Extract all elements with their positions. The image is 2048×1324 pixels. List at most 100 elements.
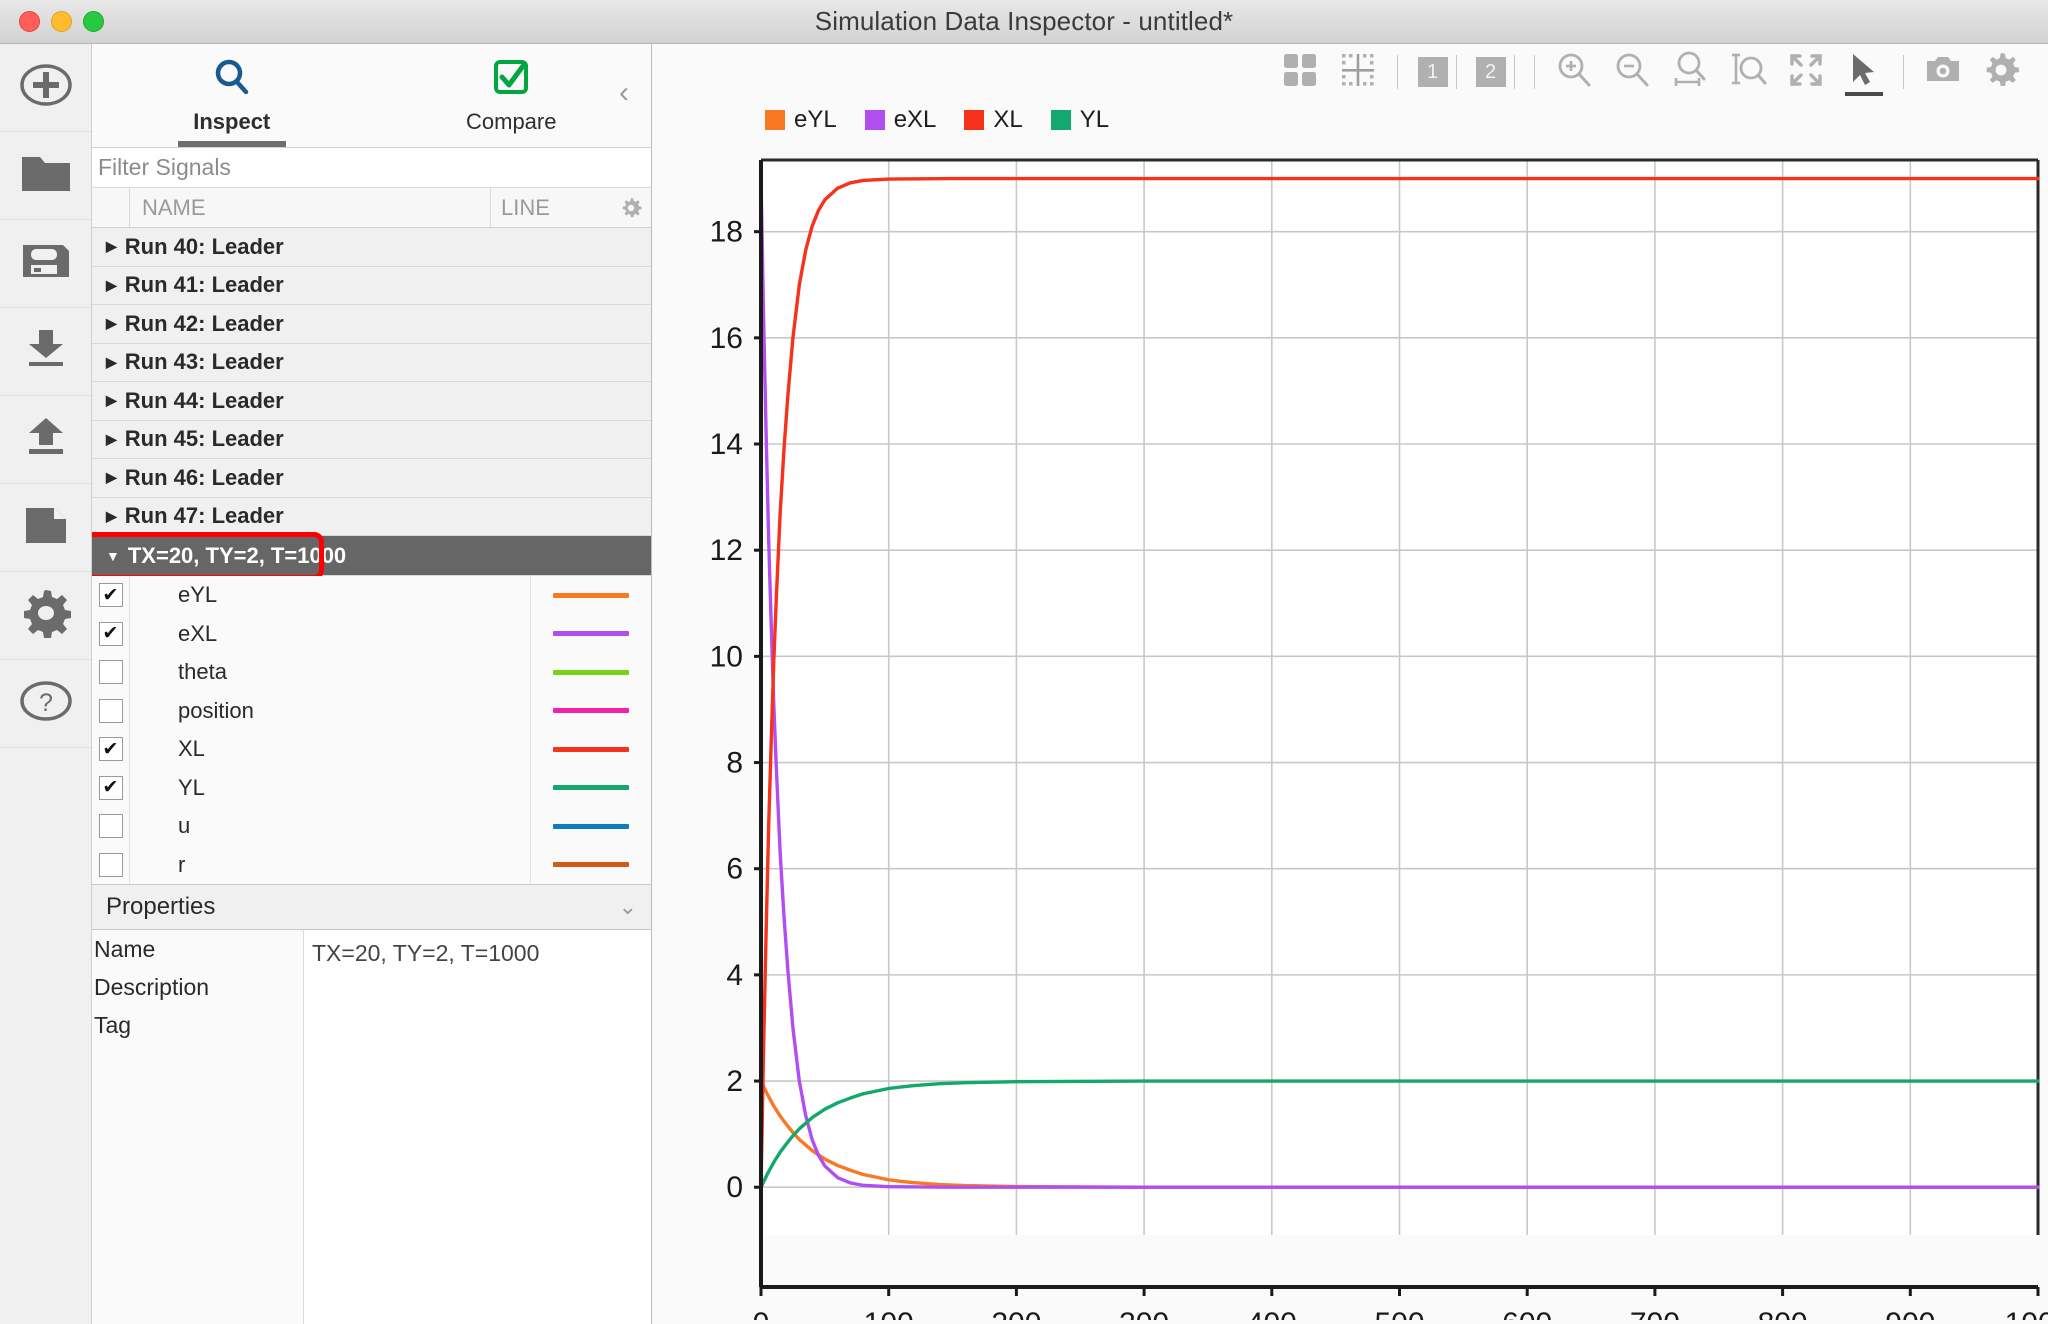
folder-icon (20, 151, 72, 200)
signal-line-cell[interactable] (531, 746, 651, 752)
tab-inspect[interactable]: Inspect (92, 44, 372, 147)
settings-button[interactable] (1972, 46, 2030, 98)
window-title-bar: Simulation Data Inspector - untitled* (0, 0, 2048, 44)
caret-down-icon[interactable]: ▼ (106, 548, 120, 564)
chevron-left-icon[interactable]: ‹ (619, 78, 629, 108)
signal-checkbox[interactable]: ✔ (98, 737, 123, 762)
column-header-name[interactable]: NAME (130, 188, 491, 227)
zoom-y-button[interactable] (1719, 46, 1777, 98)
legend-item[interactable]: eXL (864, 106, 936, 134)
run-label: Run 45: Leader (124, 426, 284, 452)
signal-line-cell[interactable] (531, 631, 651, 637)
property-value[interactable]: TX=20, TY=2, T=1000 (304, 934, 651, 972)
signal-row[interactable]: position (92, 691, 651, 730)
gear-icon[interactable] (611, 197, 651, 219)
cursor-2-button[interactable]: 2 (1466, 46, 1524, 98)
zoom-in-button[interactable] (1545, 46, 1603, 98)
import-button[interactable] (0, 308, 91, 396)
signal-line-cell[interactable] (531, 592, 651, 598)
signal-row[interactable]: ✔ eYL (92, 576, 651, 615)
y-axis-tick-label: 8 (726, 747, 743, 780)
open-button[interactable] (0, 132, 91, 220)
run-row[interactable]: ▶ Run 47: Leader (92, 497, 651, 536)
caret-right-icon[interactable]: ▶ (106, 315, 117, 332)
signal-row[interactable]: u (92, 807, 651, 846)
signal-color-swatch (553, 631, 629, 637)
run-row[interactable]: ▶ Run 42: Leader (92, 305, 651, 344)
help-button[interactable]: ? (0, 660, 91, 748)
tab-compare[interactable]: Compare (372, 44, 652, 147)
signal-row[interactable]: theta (92, 653, 651, 692)
run-label: Run 47: Leader (124, 503, 284, 529)
left-icon-rail: ? (0, 44, 92, 1324)
subplot-layout-button[interactable] (1271, 46, 1329, 98)
properties-header[interactable]: Properties ⌄ (92, 884, 651, 930)
run-row[interactable]: ▶ Run 40: Leader (92, 228, 651, 267)
signal-checkbox[interactable] (98, 852, 123, 877)
filter-signals-row (92, 148, 651, 188)
legend-item[interactable]: YL (1050, 106, 1110, 134)
question-circle-icon: ? (19, 677, 73, 730)
run-row[interactable]: ▶ Run 46: Leader (92, 459, 651, 498)
report-button[interactable] (0, 484, 91, 572)
caret-right-icon[interactable]: ▶ (106, 392, 117, 409)
signal-row[interactable]: ✔ YL (92, 768, 651, 807)
fit-to-view-button[interactable] (1777, 46, 1835, 98)
pointer-button[interactable] (1835, 46, 1893, 98)
signal-line-cell[interactable] (531, 669, 651, 675)
run-label: Run 40: Leader (124, 233, 284, 259)
signal-line-cell[interactable] (531, 862, 651, 868)
legend-item[interactable]: XL (964, 106, 1023, 134)
chart-plot-area[interactable]: 0 2 4 6 8 10 12 14 16 18 0 100 200 300 400 500 600 700 800… (653, 140, 2048, 1320)
signal-checkbox[interactable] (98, 660, 123, 685)
caret-right-icon[interactable]: ▶ (106, 277, 117, 294)
property-value[interactable] (304, 972, 651, 1010)
caret-right-icon[interactable]: ▶ (106, 508, 117, 525)
signal-line-cell[interactable] (531, 785, 651, 791)
signal-name: r (130, 845, 531, 884)
export-button[interactable] (0, 396, 91, 484)
save-button[interactable] (0, 220, 91, 308)
x-axis-tick-label: 0 (753, 1307, 770, 1320)
snapshot-button[interactable] (1914, 46, 1972, 98)
run-row[interactable]: ▶ Run 44: Leader (92, 382, 651, 421)
signal-line-cell[interactable] (531, 823, 651, 829)
signal-line-cell[interactable] (531, 708, 651, 714)
toolbar-separator (1903, 55, 1904, 89)
column-header-line[interactable]: LINE (491, 188, 611, 227)
filter-signals-input[interactable] (98, 154, 651, 181)
zoom-x-button[interactable] (1661, 46, 1719, 98)
run-row[interactable]: ▶ Run 43: Leader (92, 343, 651, 382)
signal-checkbox[interactable] (98, 698, 123, 723)
add-run-button[interactable] (0, 44, 91, 132)
legend-item[interactable]: eYL (765, 106, 837, 134)
legend-label: YL (1079, 106, 1110, 133)
caret-right-icon[interactable]: ▶ (106, 238, 117, 255)
signal-checkbox[interactable]: ✔ (98, 621, 123, 646)
signal-color-swatch (553, 862, 629, 868)
run-row-selected[interactable]: ▼ TX=20, TY=2, T=1000 (92, 532, 651, 576)
caret-right-icon[interactable]: ▶ (106, 469, 117, 486)
property-value[interactable] (304, 1010, 651, 1048)
preferences-button[interactable] (0, 572, 91, 660)
camera-icon (1924, 53, 1962, 92)
property-label: Description (94, 973, 210, 1000)
zoom-out-button[interactable] (1603, 46, 1661, 98)
caret-right-icon[interactable]: ▶ (106, 354, 117, 371)
run-row[interactable]: ▶ Run 45: Leader (92, 420, 651, 459)
signal-name: eYL (130, 576, 531, 615)
sparse-layout-button[interactable] (1329, 46, 1387, 98)
chevron-down-icon[interactable]: ⌄ (619, 894, 637, 920)
signal-checkbox[interactable]: ✔ (98, 583, 123, 608)
signal-row[interactable]: ✔ XL (92, 730, 651, 769)
signal-row[interactable]: ✔ eXL (92, 614, 651, 653)
signal-checkbox[interactable] (98, 814, 123, 839)
cursor-1-button[interactable]: 1 (1408, 46, 1466, 98)
signal-checkbox-cell (92, 691, 130, 730)
signal-checkbox[interactable]: ✔ (98, 775, 123, 800)
signal-row[interactable]: r (92, 845, 651, 884)
legend-label: XL (993, 106, 1023, 133)
run-row[interactable]: ▶ Run 41: Leader (92, 266, 651, 305)
signal-color-swatch (553, 592, 629, 598)
caret-right-icon[interactable]: ▶ (106, 431, 117, 448)
